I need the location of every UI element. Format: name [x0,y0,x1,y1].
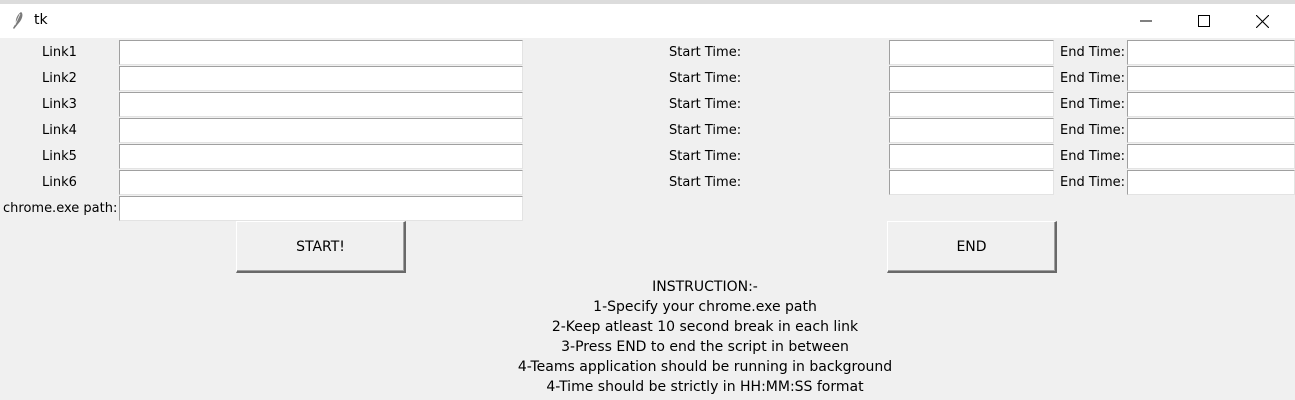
link6-label: Link6 [42,175,77,190]
instruction-line: 2-Keep atleast 10 second break in each l… [551,319,859,335]
minimize-button[interactable] [1117,4,1175,38]
maximize-icon [1198,15,1210,27]
link3-input[interactable] [119,92,523,117]
link5-start-time-label: Start Time: [669,149,742,164]
window-title: tk [34,12,48,28]
link2-end-time-input[interactable] [1127,66,1295,91]
link4-label: Link4 [42,123,77,138]
instruction-line: 1-Specify your chrome.exe path [593,299,817,315]
link6-end-time-label: End Time: [1060,175,1126,190]
link1-start-time-label: Start Time: [669,45,742,60]
link4-end-time-label: End Time: [1060,123,1126,138]
link1-label: Link1 [42,45,77,60]
minimize-icon [1140,20,1152,22]
link5-end-time-input[interactable] [1127,144,1295,169]
link2-input[interactable] [119,66,523,91]
link4-input[interactable] [119,118,523,143]
chrome-path-label: chrome.exe path: [3,201,118,216]
link1-input[interactable] [119,40,523,65]
instruction-line: 4-Time should be strictly in HH:MM:SS fo… [546,379,864,395]
instruction-line: 4-Teams application should be running in… [517,359,893,375]
link3-start-time-label: Start Time: [669,97,742,112]
link3-end-time-input[interactable] [1127,92,1295,117]
link2-label: Link2 [42,71,77,86]
link4-start-time-label: Start Time: [669,123,742,138]
link5-end-time-label: End Time: [1060,149,1126,164]
close-icon [1255,14,1269,28]
link5-input[interactable] [119,144,523,169]
instructions: INSTRUCTION:- 1-Specify your chrome.exe … [0,277,1295,397]
link3-label: Link3 [42,97,77,112]
link5-start-time-input[interactable] [889,144,1054,169]
end-button[interactable]: END [887,221,1057,273]
link6-input[interactable] [119,170,523,195]
start-button[interactable]: START! [236,221,406,273]
link6-start-time-label: Start Time: [669,175,742,190]
link4-end-time-input[interactable] [1127,118,1295,143]
link2-start-time-input[interactable] [889,66,1054,91]
chrome-path-input[interactable] [119,196,523,221]
link3-end-time-label: End Time: [1060,97,1126,112]
close-button[interactable] [1233,4,1291,38]
link6-end-time-input[interactable] [1127,170,1295,195]
link1-end-time-label: End Time: [1060,45,1126,60]
title-bar[interactable]: tk [0,4,1295,38]
link1-end-time-input[interactable] [1127,40,1295,65]
link2-end-time-label: End Time: [1060,71,1126,86]
instruction-line: 3-Press END to end the script in between [561,339,849,355]
link1-start-time-input[interactable] [889,40,1054,65]
link5-label: Link5 [42,149,77,164]
link6-start-time-input[interactable] [889,170,1054,195]
maximize-button[interactable] [1175,4,1233,38]
link2-start-time-label: Start Time: [669,71,742,86]
link3-start-time-input[interactable] [889,92,1054,117]
link4-start-time-input[interactable] [889,118,1054,143]
instruction-heading: INSTRUCTION:- [652,279,758,295]
tk-feather-icon [10,11,26,31]
